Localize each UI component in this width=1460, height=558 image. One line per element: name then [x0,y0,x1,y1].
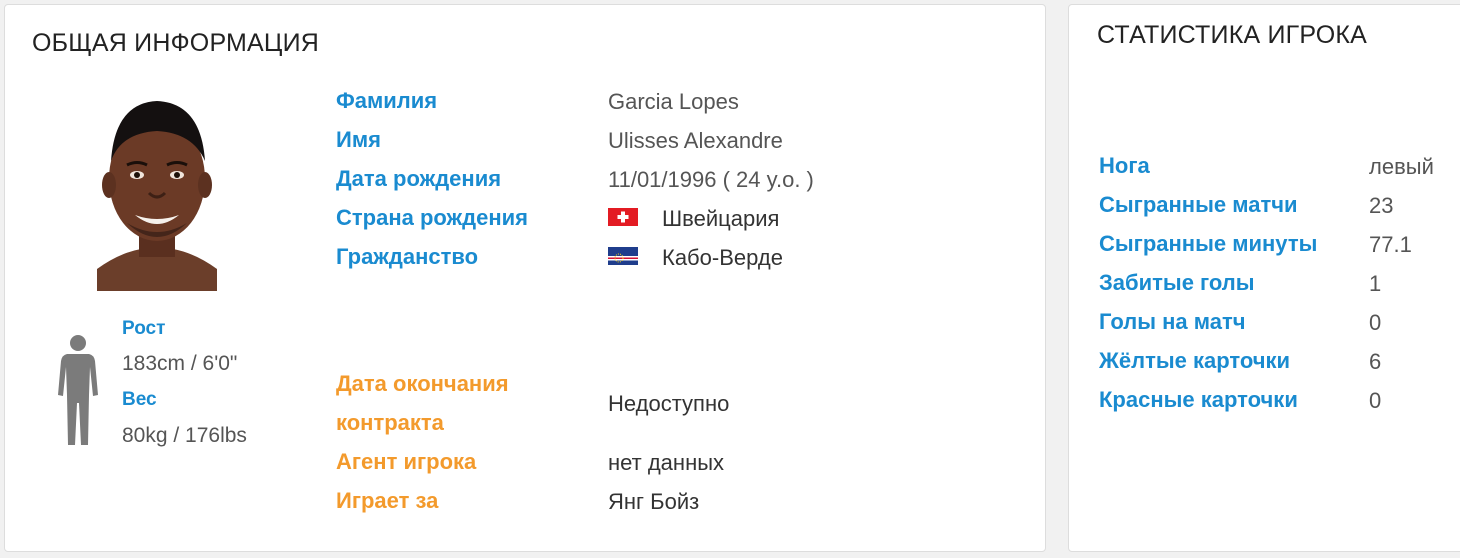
body-silhouette-icon [57,333,99,447]
contract-end-value: Недоступно [608,391,730,416]
citizenship-label: Гражданство [336,244,479,269]
stat-label-goals-per-match: Голы на матч [1099,309,1246,334]
general-info-title: ОБЩАЯ ИНФОРМАЦИЯ [32,29,320,57]
contract-end-label-line2: контракта [336,410,444,435]
birth-date-label: Дата рождения [336,166,502,191]
stat-label-matches: Сыгранные матчи [1099,192,1298,217]
birth-country-label: Страна рождения [336,205,529,230]
club-value[interactable]: Янг Бойз [608,489,699,515]
surname-value: Garcia Lopes [608,89,739,114]
birth-date-value: 11/01/1996 ( 24 y.o. ) [608,167,814,192]
flag-cape-verde-icon [608,247,638,265]
stat-value-minutes: 77.1 [1369,232,1412,257]
stat-value-goals: 1 [1369,271,1382,296]
weight-value: 80kg / 176lbs [122,424,247,447]
agent-label: Агент игрока [336,449,477,474]
height-label: Рост [122,318,166,339]
club-label: Играет за [336,488,439,513]
stat-value-foot: левый [1369,154,1434,179]
flag-switzerland-icon [608,208,638,226]
stat-label-foot: Нога [1099,153,1150,178]
stat-value-yellow-cards: 6 [1369,349,1382,374]
stat-label-yellow-cards: Жёлтые карточки [1099,348,1291,373]
stat-value-goals-per-match: 0 [1369,310,1382,335]
citizenship-value: Кабо-Верде [662,245,783,270]
stat-value-red-cards: 0 [1369,388,1382,413]
player-photo [97,93,217,291]
birth-country-value: Швейцария [662,206,780,231]
contract-end-label-line1: Дата окончания [336,371,509,396]
stat-label-goals: Забитые голы [1099,270,1255,295]
player-stats-card: СТАТИСТИКА ИГРОКА Нога левый Сыгранные м… [1068,4,1460,552]
surname-label: Фамилия [336,88,438,113]
stat-label-red-cards: Красные карточки [1099,387,1298,412]
agent-value: нет данных [608,450,725,475]
weight-label: Вес [122,389,157,410]
stat-value-matches: 23 [1369,193,1394,218]
stat-label-minutes: Сыгранные минуты [1099,231,1318,256]
name-label: Имя [336,127,381,152]
general-info-card: ОБЩАЯ ИНФОРМАЦИЯ Рост 183cm / 6'0" Вес 8… [4,4,1046,552]
height-value: 183cm / 6'0" [122,352,238,375]
name-value: Ulisses Alexandre [608,128,783,153]
player-stats-title: СТАТИСТИКА ИГРОКА [1097,21,1367,49]
